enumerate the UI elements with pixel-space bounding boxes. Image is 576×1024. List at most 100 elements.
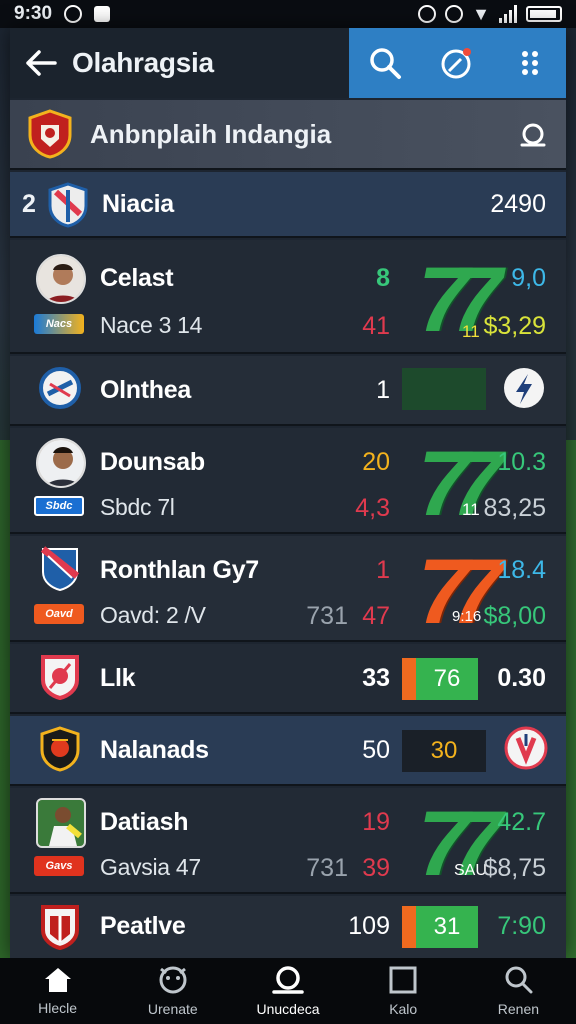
- team-badge: Nacs: [34, 314, 84, 334]
- more-icon: [521, 51, 538, 75]
- team-crest-icon: [40, 546, 80, 597]
- stat-right-2: $8,75: [483, 854, 546, 882]
- team-crest-icon: [40, 726, 80, 777]
- live-ball-icon: [441, 48, 472, 79]
- table-header-row[interactable]: 2 Niacia 2490: [10, 172, 566, 238]
- table-row[interactable]: Sbdc Dounsab Sbdc 7l 20 4,3 77 11 10.3 8…: [10, 428, 566, 534]
- stat-a: 109: [348, 912, 390, 940]
- team-name: Celast: [100, 264, 174, 292]
- wifi-icon: ▼: [472, 3, 490, 24]
- stat-right-1: 0.30: [497, 664, 546, 692]
- nav-label: Urenate: [147, 1001, 198, 1017]
- stat-right-2: $8,00: [483, 602, 546, 630]
- header-value: 2490: [490, 190, 546, 218]
- nav-home[interactable]: Hlecle: [0, 958, 115, 1024]
- app-bar: Olahragsia: [10, 28, 566, 98]
- table-row[interactable]: Nacs Celast Nace 3 14 8 41 77 11 9,0 $3,…: [10, 240, 566, 354]
- league-name: Anbnplaih Indangia: [90, 118, 332, 149]
- player-avatar: [36, 254, 86, 304]
- rank-number: 2: [22, 190, 36, 218]
- search-icon: [520, 123, 546, 147]
- score-bar: [402, 368, 486, 410]
- stat-c: 731: [306, 854, 348, 882]
- team-name: Nalanads: [100, 736, 209, 764]
- stat-right-2: $3,29: [483, 312, 546, 340]
- table-row[interactable]: Llk 33 76 0.30: [10, 644, 566, 714]
- stat-a: 1: [376, 376, 390, 404]
- page-title: Olahragsia: [72, 47, 214, 78]
- more-options-button[interactable]: [508, 41, 552, 85]
- nav-kalo[interactable]: Kalo: [346, 958, 461, 1024]
- stat-b: 4,3: [355, 494, 390, 522]
- app-bar-actions: [349, 28, 566, 98]
- score-bar: 31: [416, 906, 478, 948]
- table-row[interactable]: Gavs Datiash Gavsia 47 731 19 39 77 SAU …: [10, 788, 566, 894]
- team-name: Olnthea: [100, 376, 191, 404]
- team-crest-icon: [40, 904, 80, 955]
- back-button[interactable]: [10, 28, 72, 98]
- signal-icon: [499, 5, 517, 23]
- notification-icon: [64, 5, 83, 23]
- team-subtitle: Gavsia 47: [100, 854, 201, 880]
- do-not-disturb-icon: [445, 5, 464, 23]
- opponent-crest-icon: [504, 726, 548, 775]
- nav-search[interactable]: Unucdeca: [230, 958, 345, 1024]
- league-search-button[interactable]: [518, 120, 548, 155]
- stat-a: 8: [376, 264, 390, 292]
- player-avatar: [36, 798, 86, 848]
- team-name: Peatlve: [100, 912, 186, 940]
- standings-panel: Olahragsia Anbnplaih Indangia 2 Niacia 2…: [10, 28, 566, 958]
- team-badge: Gavs: [34, 856, 84, 876]
- score-small: SAU: [454, 862, 487, 879]
- score-bar: 30: [402, 730, 486, 772]
- search-icon: [370, 48, 402, 79]
- stat-b: 41: [362, 312, 390, 340]
- status-time: 9:30: [14, 3, 53, 24]
- nav-teams[interactable]: Urenate: [115, 958, 230, 1024]
- bottom-navigation: Hlecle Urenate Unucdeca Kalo Renen: [0, 958, 576, 1024]
- stat-a: 33: [362, 664, 390, 692]
- team-crest-icon: [38, 366, 82, 410]
- back-arrow-icon: [26, 50, 57, 76]
- stat-a: 20: [362, 448, 390, 476]
- stat-a: 50: [362, 736, 390, 764]
- score-bar-marker: [402, 906, 416, 948]
- table-row[interactable]: Oavd Ronthlan Gy7 Oavd: 2 /V 731 1 47 77…: [10, 536, 566, 642]
- search-icon: [505, 966, 533, 994]
- table-row[interactable]: Peatlve 109 31 7:90: [10, 896, 566, 958]
- opponent-crest-icon: [502, 366, 546, 415]
- table-row[interactable]: Nalanads 50 30: [10, 716, 566, 786]
- square-icon: [389, 966, 417, 994]
- nav-label: Unucdeca: [256, 1001, 320, 1017]
- search-button[interactable]: [363, 41, 407, 85]
- league-crest-icon: [10, 109, 90, 159]
- score-bar: 76: [416, 658, 478, 700]
- table-row[interactable]: Olnthea 1: [10, 356, 566, 426]
- score-small: 11: [462, 322, 480, 341]
- league-header[interactable]: Anbnplaih Indangia: [10, 100, 566, 170]
- team-subtitle: Nace 3 14: [100, 312, 203, 338]
- stat-right-2: 83,25: [483, 494, 546, 522]
- live-button[interactable]: [435, 41, 479, 85]
- nav-label: Hlecle: [38, 1000, 78, 1016]
- player-avatar: [36, 438, 86, 488]
- team-crest-icon: [48, 182, 88, 233]
- team-badge: Oavd: [34, 604, 84, 624]
- stat-right-1: 42.7: [497, 808, 546, 836]
- search-icon: [272, 966, 304, 994]
- stat-right-1: 18.4: [497, 556, 546, 584]
- nav-label: Renen: [497, 1001, 540, 1017]
- alarm-icon: [418, 5, 437, 23]
- team-name: Llk: [100, 664, 136, 692]
- score-small: 11: [462, 500, 480, 519]
- team-subtitle: Oavd: 2 /V: [100, 602, 206, 628]
- nav-renen[interactable]: Renen: [461, 958, 576, 1024]
- home-icon: [44, 968, 71, 992]
- battery-icon: [526, 6, 562, 22]
- team-name: Datiash: [100, 808, 189, 836]
- team-subtitle: Sbdc 7l: [100, 494, 175, 520]
- score-small: 9:16: [452, 608, 482, 625]
- team-name: Ronthlan Gy7: [100, 556, 259, 584]
- team-badge: Sbdc: [34, 496, 84, 516]
- score-bar-marker: [402, 658, 416, 700]
